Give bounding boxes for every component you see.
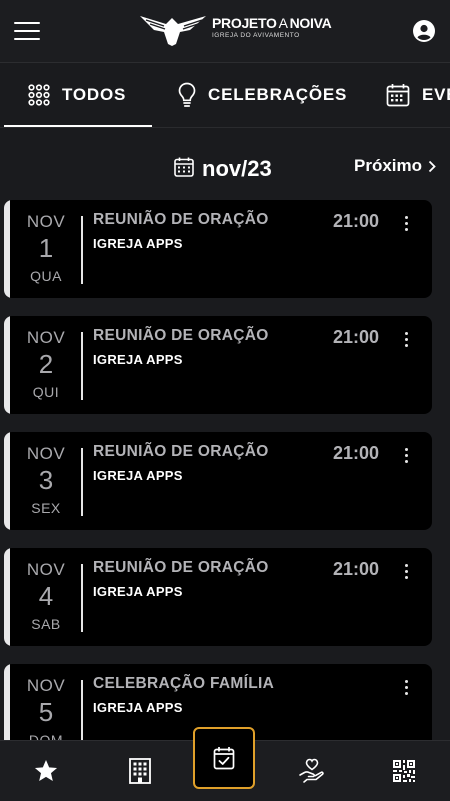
- eagle-logo-icon: [140, 16, 206, 46]
- logo-title: PROJETO A NOIVA: [212, 15, 332, 31]
- event-card[interactable]: NOV 4 SAB REUNIÃO DE ORAÇÃO IGREJA APPS …: [4, 548, 432, 646]
- event-month: NOV: [26, 560, 66, 579]
- qr-code-icon: [393, 760, 415, 782]
- account-icon[interactable]: [412, 19, 436, 43]
- date-divider: [81, 448, 83, 516]
- more-options-icon[interactable]: [400, 214, 412, 236]
- tab-label: TODOS: [62, 85, 127, 104]
- church-logo: PROJETO A NOIVA IGREJA DO AVIVAMENTO: [138, 10, 332, 50]
- event-title: REUNIÃO DE ORAÇÃO: [93, 211, 269, 228]
- nav-qr-code[interactable]: [374, 741, 434, 801]
- event-month: NOV: [26, 212, 66, 231]
- more-options-icon[interactable]: [400, 562, 412, 584]
- tab-todos[interactable]: TODOS: [28, 63, 126, 127]
- date-divider: [81, 564, 83, 632]
- event-time: 21:00: [333, 327, 380, 347]
- tabs-divider: [0, 127, 450, 128]
- nav-events[interactable]: [193, 727, 255, 789]
- date-divider: [81, 216, 83, 284]
- category-tabs: TODOS CELEBRAÇÕES EVENTOS: [0, 62, 450, 129]
- more-options-icon[interactable]: [400, 446, 412, 468]
- tab-celebracoes[interactable]: CELEBRAÇÕES: [178, 63, 347, 127]
- event-day: 1: [38, 233, 54, 263]
- grid-dots-icon: [28, 84, 50, 106]
- tab-label: EVENTOS: [422, 85, 450, 104]
- event-title: REUNIÃO DE ORAÇÃO: [93, 443, 269, 460]
- calendar-icon: [386, 84, 410, 107]
- event-title: REUNIÃO DE ORAÇÃO: [93, 559, 269, 576]
- event-weekday: QUA: [30, 268, 62, 284]
- event-church: IGREJA APPS: [93, 584, 183, 599]
- card-accent: [4, 548, 10, 646]
- event-card[interactable]: NOV 3 SEX REUNIÃO DE ORAÇÃO IGREJA APPS …: [4, 432, 432, 530]
- event-day: 3: [38, 465, 54, 495]
- nav-church[interactable]: [110, 741, 170, 801]
- event-time: 21:00: [333, 559, 380, 579]
- event-month: NOV: [26, 676, 66, 695]
- star-icon: [34, 759, 58, 781]
- event-card[interactable]: NOV 2 QUI REUNIÃO DE ORAÇÃO IGREJA APPS …: [4, 316, 432, 414]
- event-weekday: QUI: [32, 384, 60, 400]
- month-navigation: nov/23 Próximo: [0, 144, 450, 188]
- event-weekday: SEX: [31, 500, 61, 516]
- current-month-label: nov/23: [202, 156, 272, 181]
- next-month-label: Próximo: [354, 156, 423, 175]
- chevron-right-icon: [428, 160, 436, 172]
- card-accent: [4, 432, 10, 530]
- event-church: IGREJA APPS: [93, 468, 183, 483]
- nav-donations[interactable]: [282, 741, 342, 801]
- lightbulb-icon: [178, 82, 196, 107]
- hamburger-menu-icon[interactable]: [14, 22, 40, 40]
- date-divider: [81, 680, 83, 748]
- event-day: 5: [38, 697, 54, 727]
- event-title: REUNIÃO DE ORAÇÃO: [93, 327, 269, 344]
- event-title: CELEBRAÇÃO FAMÍLIA: [93, 675, 275, 692]
- event-weekday: SAB: [31, 616, 61, 632]
- top-app-bar: PROJETO A NOIVA IGREJA DO AVIVAMENTO: [0, 0, 450, 62]
- next-month-button[interactable]: Próximo: [354, 156, 436, 176]
- calendar-check-icon: [213, 747, 235, 770]
- card-accent: [4, 316, 10, 414]
- more-options-icon[interactable]: [400, 330, 412, 352]
- nav-favorites[interactable]: [16, 741, 76, 801]
- tab-eventos[interactable]: EVENTOS: [386, 63, 450, 127]
- more-options-icon[interactable]: [400, 678, 412, 700]
- event-church: IGREJA APPS: [93, 352, 183, 367]
- event-church: IGREJA APPS: [93, 236, 183, 251]
- building-icon: [129, 758, 151, 784]
- event-day: 4: [38, 581, 54, 611]
- event-month: NOV: [26, 328, 66, 347]
- event-time: 21:00: [333, 443, 380, 463]
- date-divider: [81, 332, 83, 400]
- card-accent: [4, 200, 10, 298]
- event-card[interactable]: NOV 1 QUA REUNIÃO DE ORAÇÃO IGREJA APPS …: [4, 200, 432, 298]
- event-church: IGREJA APPS: [93, 700, 183, 715]
- logo-subtitle: IGREJA DO AVIVAMENTO: [212, 32, 300, 39]
- event-month: NOV: [26, 444, 66, 463]
- event-day: 2: [38, 349, 54, 379]
- calendar-icon: [174, 157, 194, 177]
- tab-label: CELEBRAÇÕES: [208, 85, 348, 104]
- event-time: 21:00: [333, 211, 380, 231]
- hand-heart-icon: [299, 758, 324, 783]
